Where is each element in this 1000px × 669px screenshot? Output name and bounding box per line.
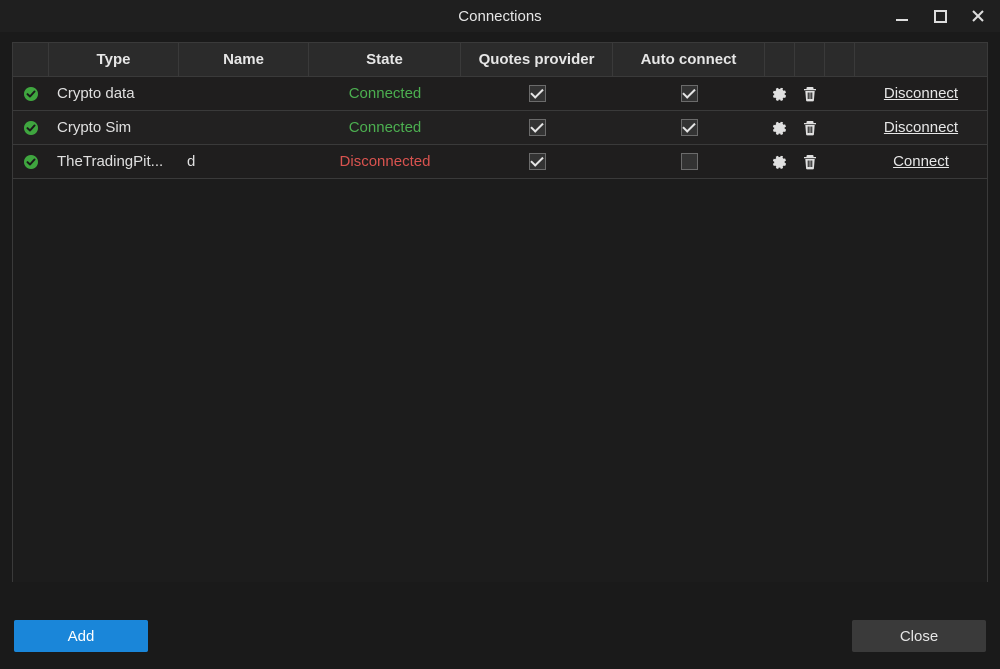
settings-button[interactable]	[773, 120, 787, 136]
status-cell	[13, 86, 49, 102]
delete-cell	[795, 120, 825, 136]
footer: Add Close	[0, 609, 1000, 669]
delete-button[interactable]	[803, 86, 817, 102]
auto-cell	[613, 119, 765, 136]
gear-icon	[773, 120, 787, 136]
name-cell: d	[179, 153, 309, 170]
status-ok-icon	[23, 86, 39, 102]
type-cell: TheTradingPit...	[49, 153, 179, 170]
trash-icon	[803, 86, 817, 102]
state-cell: Connected	[309, 85, 461, 102]
action-cell: Disconnect	[855, 85, 987, 102]
status-ok-icon	[23, 154, 39, 170]
table-empty-area	[13, 179, 987, 582]
delete-button[interactable]	[803, 154, 817, 170]
settings-cell	[765, 154, 795, 170]
action-cell: Connect	[855, 153, 987, 170]
action-link[interactable]: Connect	[863, 153, 979, 170]
table-row[interactable]: Crypto Sim Connected	[13, 111, 987, 145]
settings-cell	[765, 86, 795, 102]
action-link[interactable]: Disconnect	[863, 85, 979, 102]
status-cell	[13, 120, 49, 136]
delete-button[interactable]	[803, 120, 817, 136]
col-action[interactable]	[855, 43, 987, 76]
col-state[interactable]: State	[309, 43, 461, 76]
trash-icon	[803, 120, 817, 136]
quotes-cell	[461, 153, 613, 170]
auto-checkbox[interactable]	[681, 119, 698, 136]
quotes-cell	[461, 85, 613, 102]
close-window-button[interactable]	[968, 6, 988, 26]
table-header: Type Name State Quotes provider Auto con…	[13, 43, 987, 77]
delete-cell	[795, 154, 825, 170]
action-cell: Disconnect	[855, 119, 987, 136]
col-auto[interactable]: Auto connect	[613, 43, 765, 76]
auto-checkbox[interactable]	[681, 153, 698, 170]
gear-icon	[773, 154, 787, 170]
state-cell: Connected	[309, 119, 461, 136]
connections-table: Type Name State Quotes provider Auto con…	[12, 42, 988, 582]
col-gear[interactable]	[765, 43, 795, 76]
auto-checkbox[interactable]	[681, 85, 698, 102]
add-button[interactable]: Add	[14, 620, 148, 652]
col-quotes[interactable]: Quotes provider	[461, 43, 613, 76]
gear-icon	[773, 86, 787, 102]
titlebar: Connections	[0, 0, 1000, 32]
quotes-checkbox[interactable]	[529, 153, 546, 170]
col-blank[interactable]	[825, 43, 855, 76]
auto-cell	[613, 85, 765, 102]
window-title: Connections	[0, 8, 1000, 25]
close-button[interactable]: Close	[852, 620, 986, 652]
table-row[interactable]: Crypto data Connected	[13, 77, 987, 111]
col-name[interactable]: Name	[179, 43, 309, 76]
settings-cell	[765, 120, 795, 136]
minimize-button[interactable]	[892, 6, 912, 26]
close-icon	[971, 9, 985, 23]
table-row[interactable]: TheTradingPit... d Disconnected	[13, 145, 987, 179]
maximize-icon	[934, 10, 947, 23]
quotes-cell	[461, 119, 613, 136]
action-link[interactable]: Disconnect	[863, 119, 979, 136]
quotes-checkbox[interactable]	[529, 119, 546, 136]
settings-button[interactable]	[773, 86, 787, 102]
minimize-icon	[895, 9, 909, 23]
state-cell: Disconnected	[309, 153, 461, 170]
status-cell	[13, 154, 49, 170]
col-type[interactable]: Type	[49, 43, 179, 76]
settings-button[interactable]	[773, 154, 787, 170]
type-cell: Crypto Sim	[49, 119, 179, 136]
trash-icon	[803, 154, 817, 170]
maximize-button[interactable]	[930, 6, 950, 26]
window-controls	[892, 6, 1000, 26]
status-ok-icon	[23, 120, 39, 136]
delete-cell	[795, 86, 825, 102]
auto-cell	[613, 153, 765, 170]
col-status[interactable]	[13, 43, 49, 76]
type-cell: Crypto data	[49, 85, 179, 102]
quotes-checkbox[interactable]	[529, 85, 546, 102]
table-container: Type Name State Quotes provider Auto con…	[0, 32, 1000, 609]
col-trash[interactable]	[795, 43, 825, 76]
